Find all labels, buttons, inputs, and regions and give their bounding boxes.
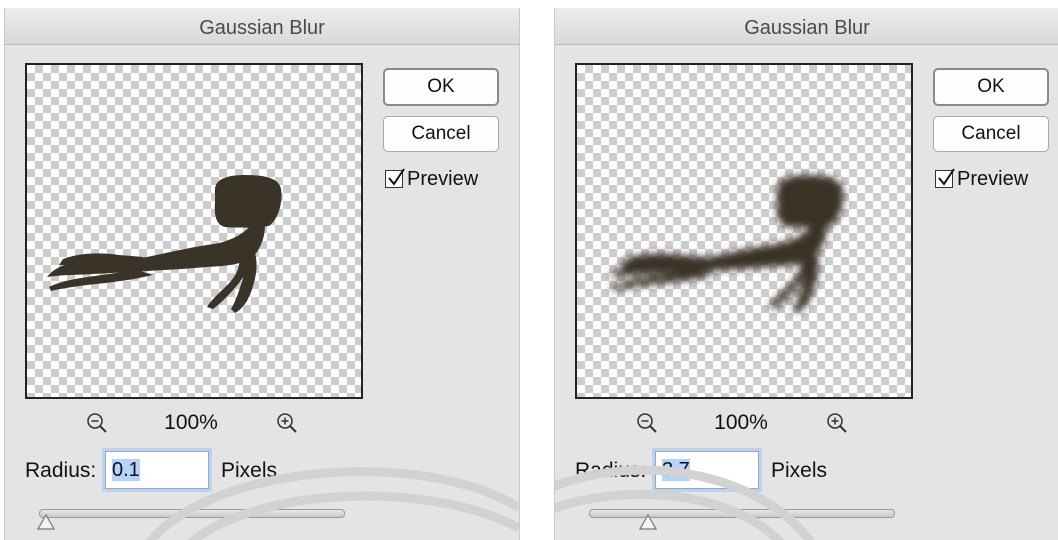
slider-thumb-icon[interactable] — [37, 514, 55, 530]
cancel-button[interactable]: Cancel — [383, 116, 499, 152]
figure-shape — [609, 175, 844, 313]
preview-label: Preview — [407, 168, 479, 190]
preview-checkbox[interactable] — [935, 168, 955, 188]
preview-label: Preview — [957, 168, 1029, 190]
radius-input[interactable]: 0.1 — [105, 451, 209, 489]
zoom-level: 100% — [164, 411, 218, 434]
ok-button[interactable]: OK — [383, 68, 499, 106]
zoom-in-icon[interactable] — [275, 411, 299, 435]
dialog-titlebar[interactable]: Gaussian Blur — [555, 8, 1058, 45]
zoom-out-icon[interactable] — [635, 411, 659, 435]
dialog-title: Gaussian Blur — [744, 17, 870, 39]
gaussian-blur-dialog-left: Gaussian Blur OK Cancel Preview 100% Rad… — [4, 8, 520, 540]
figure-shape — [47, 175, 282, 313]
pixels-label: Pixels — [771, 459, 828, 482]
silhouette-figure-blurred — [609, 175, 844, 313]
zoom-out-icon[interactable] — [85, 411, 109, 435]
gaussian-blur-dialog-right: Gaussian Blur OK Cancel Preview 100% Rad… — [554, 8, 1058, 540]
slider-thumb-icon[interactable] — [639, 514, 658, 530]
blur-preview-canvas[interactable] — [25, 63, 363, 399]
preview-checkbox[interactable] — [385, 168, 405, 188]
radius-label: Radius: — [575, 459, 647, 482]
checkmark-icon — [938, 168, 955, 186]
radius-input[interactable]: 3.7 — [655, 451, 759, 489]
blur-preview-canvas[interactable] — [575, 63, 913, 399]
silhouette-figure — [47, 175, 282, 313]
radius-slider-track[interactable] — [589, 509, 895, 518]
zoom-in-icon[interactable] — [825, 411, 849, 435]
radius-slider-track[interactable] — [39, 509, 345, 518]
checkmark-icon — [388, 168, 405, 186]
radius-value: 0.1 — [112, 459, 140, 481]
pixels-label: Pixels — [221, 459, 278, 482]
dialog-title: Gaussian Blur — [199, 17, 325, 39]
ok-button[interactable]: OK — [933, 68, 1049, 106]
zoom-level: 100% — [714, 411, 768, 434]
radius-label: Radius: — [25, 459, 97, 482]
radius-value: 3.7 — [662, 459, 690, 481]
dialog-titlebar[interactable]: Gaussian Blur — [5, 8, 519, 45]
cancel-button[interactable]: Cancel — [933, 116, 1049, 152]
